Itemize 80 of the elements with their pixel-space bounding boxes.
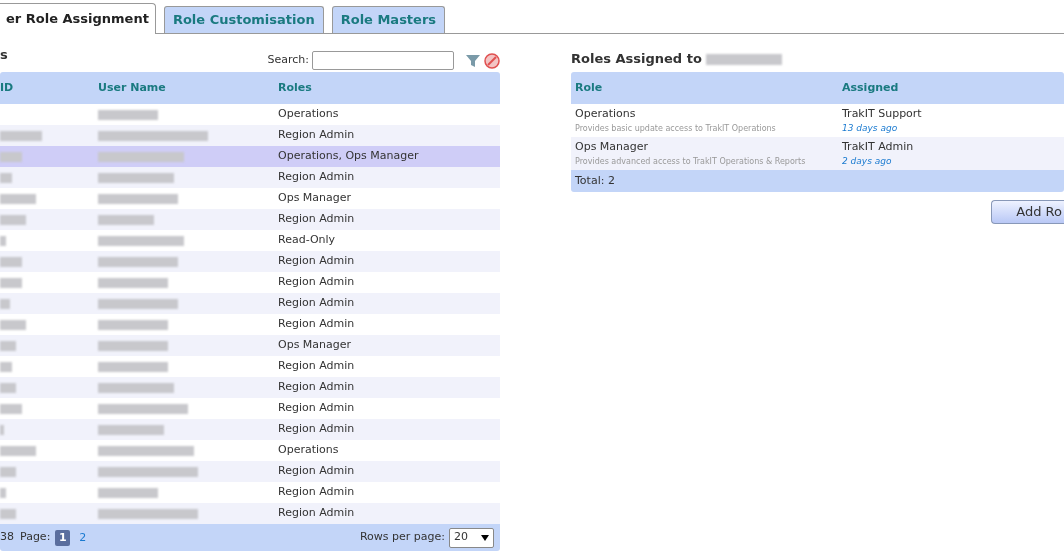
table-cell: Ops Manager [278,337,352,354]
table-row[interactable]: Ops Manager [0,335,500,356]
table-row[interactable]: Region Admin [0,293,500,314]
table-cell: Region Admin [278,358,355,375]
table-cell: Region Admin [278,484,355,501]
table-cell: Read-Only [278,232,336,249]
table-cell: Region Admin [278,379,355,396]
table-cell: Region Admin [278,295,355,312]
rows-per-page-label: Rows per page: [359,529,445,546]
redacted-text [0,214,26,225]
table-row[interactable]: Region Admin [0,377,500,398]
redacted-text [98,424,164,435]
assigned-time: 13 days ago [842,122,899,135]
page-label: Page: [20,529,51,546]
redacted-text [98,487,158,498]
search-label: Search: [267,52,309,69]
table-row[interactable]: Region Admin [0,167,500,188]
table-cell: Operations [278,106,339,123]
table-cell: Region Admin [278,316,355,333]
redacted-text [0,277,22,288]
search-field[interactable] [312,51,454,70]
redacted-text [0,172,12,183]
redacted-text [0,445,36,456]
redacted-text [0,508,16,519]
redacted-text [98,214,154,225]
redacted-text [0,193,36,204]
table-row[interactable]: Region Admin [0,461,500,482]
table-row[interactable]: Region Admin [0,503,500,524]
redacted-text [0,298,10,309]
tab[interactable]: er Role Assignment [0,3,156,34]
redacted-text [0,403,22,414]
table-cell: Region Admin [278,421,355,438]
table-row[interactable]: Operations, Ops Manager [0,146,500,167]
table-cell: Region Admin [278,463,355,480]
page-link[interactable]: 1 [55,529,71,546]
add-role-button[interactable]: Add Ro [991,200,1064,224]
redacted-text [98,277,168,288]
total-count: 38 [0,529,14,546]
caret-icon [481,534,489,541]
table-cell: Region Admin [278,505,355,522]
redacted-text [0,340,16,351]
redacted-text [0,130,42,141]
redacted-text [98,109,158,120]
table-cell: Region Admin [278,211,355,228]
table-cell: Region Admin [278,127,355,144]
redacted-text [0,466,16,477]
role-name: Ops Manager [575,139,650,156]
table-cell: Operations [278,442,339,459]
redacted-text [0,319,26,330]
redacted-text [98,319,168,330]
table-cell: Operations, Ops Manager [278,148,419,165]
role-description: Provides advanced access to TrakIT Operations & Reports [575,155,807,168]
table-cell: Ops Manager [278,190,352,207]
rows-per-page-select[interactable]: 20 [449,527,494,548]
table-cell: Region Admin [278,169,355,186]
assigned-by: TrakIT Support [842,105,923,122]
role-name: Operations [575,106,637,123]
redacted-text [0,256,22,267]
assigned-by: TrakIT Admin [842,138,915,155]
redacted-text [0,487,6,498]
total-count: Total: 2 [575,172,615,189]
clear-filter-icon[interactable] [484,52,500,69]
table-row[interactable]: Region Admin [0,419,500,440]
panel-title: s [0,45,8,64]
table-row[interactable]: Region Admin [0,209,500,230]
redacted-text [98,340,168,351]
table-cell: Region Admin [278,400,355,417]
redacted-text [0,151,22,162]
table-row[interactable]: Region Admin [0,125,500,146]
filter-icon[interactable] [465,52,481,69]
table-row[interactable]: Region Admin [0,251,500,272]
panel-title: Roles Assigned to [571,50,702,69]
redacted-text [0,382,16,393]
redacted-text [0,361,12,372]
assigned-time: 2 days ago [842,155,893,168]
redacted-text [98,361,168,372]
redacted-text [0,235,6,246]
table-cell: Region Admin [278,253,355,270]
role-description: Provides basic update access to TrakIT Operations [575,122,777,135]
table-cell: Region Admin [278,274,355,291]
